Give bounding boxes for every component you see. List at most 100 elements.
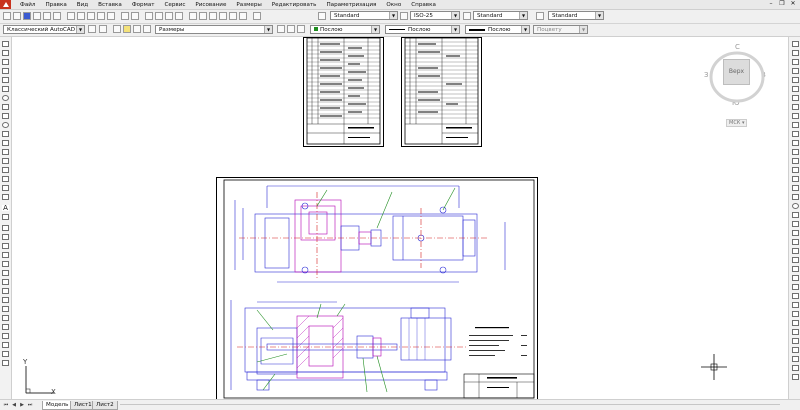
color-select[interactable]: Послою ▼ bbox=[310, 25, 380, 34]
hatch-icon[interactable] bbox=[2, 167, 9, 173]
sheet-set-icon[interactable] bbox=[219, 12, 227, 20]
insert-block-icon[interactable] bbox=[2, 140, 9, 146]
menu-insert[interactable]: Вставка bbox=[93, 2, 127, 8]
quick-dimension-icon[interactable] bbox=[792, 113, 799, 119]
layer-previous-icon[interactable] bbox=[287, 25, 295, 33]
dimension-arc-icon[interactable] bbox=[792, 59, 799, 65]
add-selected-icon[interactable] bbox=[2, 214, 9, 220]
region-icon[interactable] bbox=[2, 185, 9, 191]
lineweight-select[interactable]: Послою ▼ bbox=[465, 25, 530, 34]
table-icon[interactable] bbox=[2, 194, 9, 200]
dimension-diameter-icon[interactable] bbox=[792, 95, 799, 101]
make-block-icon[interactable] bbox=[2, 149, 9, 155]
ellipse-arc-icon[interactable] bbox=[2, 131, 9, 137]
arc-icon[interactable] bbox=[2, 86, 9, 92]
last-tab-icon[interactable]: ⏭ bbox=[27, 402, 33, 408]
zoom-previous-icon[interactable] bbox=[175, 12, 183, 20]
rotate-icon[interactable] bbox=[2, 279, 9, 285]
menu-parametric[interactable]: Параметризация bbox=[321, 2, 381, 8]
tolerance-icon[interactable] bbox=[792, 158, 799, 164]
restore-icon[interactable]: ❐ bbox=[777, 0, 787, 9]
construction-line-icon[interactable] bbox=[2, 50, 9, 56]
dimension-continue-icon[interactable] bbox=[792, 131, 799, 137]
dimension-edit-icon[interactable] bbox=[792, 194, 799, 200]
close-icon[interactable]: ✕ bbox=[788, 0, 798, 9]
undo-icon[interactable] bbox=[121, 12, 129, 20]
chamfer-icon[interactable] bbox=[2, 342, 9, 348]
match-properties-icon[interactable] bbox=[97, 12, 105, 20]
next-tab-icon[interactable]: ▶ bbox=[19, 402, 25, 408]
osnap-parallel-icon[interactable] bbox=[792, 293, 799, 299]
dimension-break-icon[interactable] bbox=[792, 149, 799, 155]
revision-cloud-icon[interactable] bbox=[2, 104, 9, 110]
save-icon[interactable] bbox=[23, 12, 31, 20]
inspection-icon[interactable] bbox=[792, 176, 799, 182]
menu-tools[interactable]: Сервис bbox=[160, 2, 191, 8]
text-style-select[interactable]: Standard ▼ bbox=[330, 11, 398, 20]
viewcube-compass-ring[interactable] bbox=[707, 49, 767, 109]
paste-icon[interactable] bbox=[87, 12, 95, 20]
zoom-in-icon[interactable] bbox=[792, 347, 799, 353]
dimension-jogged-icon[interactable] bbox=[792, 86, 799, 92]
dimension-linear-icon[interactable] bbox=[792, 41, 799, 47]
dimension-baseline-icon[interactable] bbox=[792, 122, 799, 128]
table-style-select[interactable]: Standard ▼ bbox=[473, 11, 528, 20]
layer-select[interactable]: Размеры ▼ bbox=[155, 25, 273, 34]
gradient-icon[interactable] bbox=[2, 176, 9, 182]
polygon-icon[interactable] bbox=[2, 68, 9, 74]
osnap-intersection-icon[interactable] bbox=[792, 230, 799, 236]
osnap-nearest-icon[interactable] bbox=[792, 257, 799, 263]
application-menu-button[interactable] bbox=[0, 0, 11, 9]
layer-properties-icon[interactable] bbox=[99, 25, 107, 33]
dimension-angular-icon[interactable] bbox=[792, 104, 799, 110]
osnap-node-icon[interactable] bbox=[792, 275, 799, 281]
osnap-endpoint-icon[interactable] bbox=[792, 212, 799, 218]
publish-icon[interactable] bbox=[53, 12, 61, 20]
menu-draw[interactable]: Рисование bbox=[190, 2, 231, 8]
make-current-icon[interactable] bbox=[277, 25, 285, 33]
rectangle-icon[interactable] bbox=[2, 77, 9, 83]
tool-palettes-icon[interactable] bbox=[209, 12, 217, 20]
osnap-tangent-icon[interactable] bbox=[792, 248, 799, 254]
pan-icon[interactable] bbox=[145, 12, 153, 20]
plot-preview-icon[interactable] bbox=[43, 12, 51, 20]
line-icon[interactable] bbox=[2, 41, 9, 47]
design-center-icon[interactable] bbox=[199, 12, 207, 20]
copy-object-icon[interactable] bbox=[2, 234, 9, 240]
open-file-icon[interactable] bbox=[13, 12, 21, 20]
dimension-jogged-linear-icon[interactable] bbox=[792, 185, 799, 191]
osnap-settings-icon[interactable] bbox=[792, 320, 799, 326]
dim-style-select[interactable]: ISO-25 ▼ bbox=[410, 11, 460, 20]
osnap-extension-icon[interactable] bbox=[792, 302, 799, 308]
block-editor-icon[interactable] bbox=[107, 12, 115, 20]
menu-view[interactable]: Вид bbox=[72, 2, 93, 8]
osnap-center-icon[interactable] bbox=[792, 203, 799, 209]
horizontal-scrollbar[interactable] bbox=[120, 404, 780, 405]
redo-icon[interactable] bbox=[131, 12, 139, 20]
copy-icon[interactable] bbox=[77, 12, 85, 20]
multiline-text-icon[interactable]: A bbox=[2, 205, 9, 212]
layer-state-icon[interactable] bbox=[297, 25, 305, 33]
menu-edit[interactable]: Правка bbox=[40, 2, 71, 8]
join-icon[interactable] bbox=[2, 333, 9, 339]
zoom-realtime-icon[interactable] bbox=[155, 12, 163, 20]
osnap-none-icon[interactable] bbox=[792, 311, 799, 317]
workspace-select[interactable]: Классический AutoCAD ▼ bbox=[3, 25, 85, 34]
help-icon[interactable] bbox=[253, 12, 261, 20]
markup-icon[interactable] bbox=[229, 12, 237, 20]
array-icon[interactable] bbox=[2, 261, 9, 267]
plotstyle-select[interactable]: Поцвету ▼ bbox=[533, 25, 588, 34]
zoom-object-icon[interactable] bbox=[792, 365, 799, 371]
zoom-scale-icon[interactable] bbox=[792, 374, 799, 380]
menu-file[interactable]: Файл bbox=[15, 2, 40, 8]
menu-help[interactable]: Справка bbox=[406, 2, 441, 8]
ellipse-icon[interactable] bbox=[2, 122, 9, 128]
print-icon[interactable] bbox=[33, 12, 41, 20]
freeze-icon[interactable] bbox=[133, 25, 141, 33]
workspace-settings-icon[interactable] bbox=[88, 25, 96, 33]
trim-icon[interactable] bbox=[2, 306, 9, 312]
cut-icon[interactable] bbox=[67, 12, 75, 20]
ucs-menu[interactable]: МСК ▾ bbox=[726, 119, 748, 127]
osnap-midpoint-icon[interactable] bbox=[792, 221, 799, 227]
menu-format[interactable]: Формат bbox=[127, 2, 160, 8]
